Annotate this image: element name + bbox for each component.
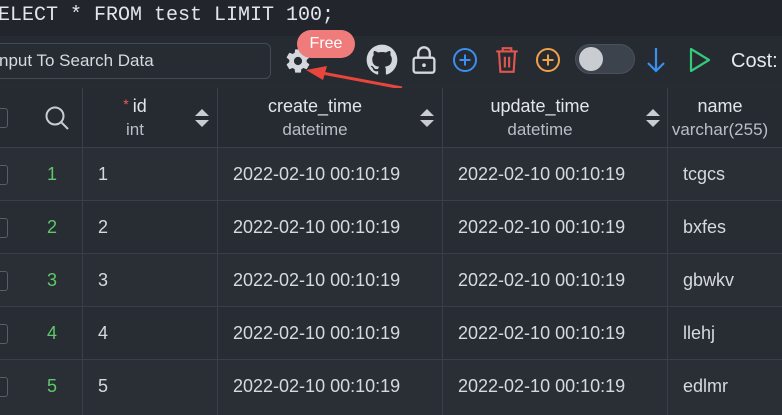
column-name: update_time xyxy=(490,96,590,116)
table-row[interactable]: 5 5 2022-02-10 00:10:19 2022-02-10 00:10… xyxy=(0,360,782,415)
sql-query-text[interactable]: ELECT * FROM test LIMIT 100; xyxy=(0,4,334,27)
lock-icon[interactable] xyxy=(410,45,438,75)
cell-update-time[interactable]: 2022-02-10 00:10:19 xyxy=(458,360,625,412)
cell-id[interactable]: 1 xyxy=(98,148,108,200)
row-checkbox[interactable] xyxy=(0,271,8,291)
search-input[interactable] xyxy=(0,44,270,78)
column-header-create-time[interactable]: create_time datetime xyxy=(218,88,412,148)
cell-update-time[interactable]: 2022-02-10 00:10:19 xyxy=(458,201,625,253)
cell-create-time[interactable]: 2022-02-10 00:10:19 xyxy=(233,360,400,412)
column-header-update-time[interactable]: update_time datetime xyxy=(443,88,637,148)
cell-id[interactable]: 4 xyxy=(98,307,108,359)
column-name: name xyxy=(697,96,743,116)
table-row[interactable]: 2 2 2022-02-10 00:10:19 2022-02-10 00:10… xyxy=(0,201,782,254)
delete-icon[interactable] xyxy=(494,45,520,75)
cell-name[interactable]: bxfes xyxy=(683,201,726,253)
column-name: create_time xyxy=(267,96,363,116)
required-marker: * xyxy=(123,96,129,112)
cell-update-time[interactable]: 2022-02-10 00:10:19 xyxy=(458,254,625,306)
table-header: * id int create_time datetime update_time… xyxy=(0,88,782,148)
cell-name[interactable]: llehj xyxy=(683,307,715,359)
row-number: 4 xyxy=(46,323,57,343)
sql-editor[interactable]: ELECT * FROM test LIMIT 100; xyxy=(0,0,782,36)
toggle-switch[interactable] xyxy=(575,44,635,74)
column-header-id[interactable]: * id int xyxy=(84,88,186,148)
cell-id[interactable]: 5 xyxy=(98,360,108,412)
column-divider xyxy=(217,88,218,415)
sort-icon[interactable] xyxy=(645,107,661,129)
run-icon[interactable] xyxy=(688,46,712,74)
row-number: 5 xyxy=(46,376,57,396)
row-checkbox[interactable] xyxy=(0,218,8,238)
row-number: 1 xyxy=(46,164,57,184)
row-checkbox[interactable] xyxy=(0,324,8,344)
table-row[interactable]: 1 1 2022-02-10 00:10:19 2022-02-10 00:10… xyxy=(0,148,782,201)
search-box[interactable] xyxy=(0,43,271,79)
toggle-knob xyxy=(579,47,603,71)
cell-id[interactable]: 3 xyxy=(98,254,108,306)
cell-create-time[interactable]: 2022-02-10 00:10:19 xyxy=(233,201,400,253)
row-number: 3 xyxy=(46,270,57,290)
row-number: 2 xyxy=(46,217,57,237)
column-divider xyxy=(442,88,443,415)
cell-create-time[interactable]: 2022-02-10 00:10:19 xyxy=(233,307,400,359)
column-header-name[interactable]: name varchar(255) xyxy=(668,88,772,148)
cell-create-time[interactable]: 2022-02-10 00:10:19 xyxy=(233,148,400,200)
column-type: int xyxy=(126,120,144,139)
column-type: varchar(255) xyxy=(671,120,769,139)
cell-create-time[interactable]: 2022-02-10 00:10:19 xyxy=(233,254,400,306)
add-circle-orange-icon[interactable] xyxy=(535,47,561,73)
cell-name[interactable]: edlmr xyxy=(683,360,728,412)
column-divider xyxy=(82,88,83,415)
cell-name[interactable]: gbwkv xyxy=(683,254,734,306)
column-name: id xyxy=(132,96,147,116)
sort-icon[interactable] xyxy=(419,107,435,129)
select-all-checkbox[interactable] xyxy=(0,108,8,128)
sort-icon[interactable] xyxy=(194,107,210,129)
table-row[interactable]: 3 3 2022-02-10 00:10:19 2022-02-10 00:10… xyxy=(0,254,782,307)
add-circle-icon[interactable] xyxy=(452,47,478,73)
cell-id[interactable]: 2 xyxy=(98,201,108,253)
cell-name[interactable]: tcgcs xyxy=(683,148,725,200)
cell-update-time[interactable]: 2022-02-10 00:10:19 xyxy=(458,307,625,359)
free-badge: Free xyxy=(297,30,355,58)
search-column-icon[interactable] xyxy=(44,105,70,131)
github-icon[interactable] xyxy=(366,44,398,76)
column-type: datetime xyxy=(507,120,573,139)
table-row[interactable]: 4 4 2022-02-10 00:10:19 2022-02-10 00:10… xyxy=(0,307,782,360)
column-divider xyxy=(667,88,668,415)
download-arrow-icon[interactable] xyxy=(645,46,667,74)
cost-label: Cost: xyxy=(731,50,778,72)
cell-update-time[interactable]: 2022-02-10 00:10:19 xyxy=(458,148,625,200)
row-checkbox[interactable] xyxy=(0,377,8,397)
row-checkbox[interactable] xyxy=(0,165,8,185)
column-type: datetime xyxy=(282,120,348,139)
